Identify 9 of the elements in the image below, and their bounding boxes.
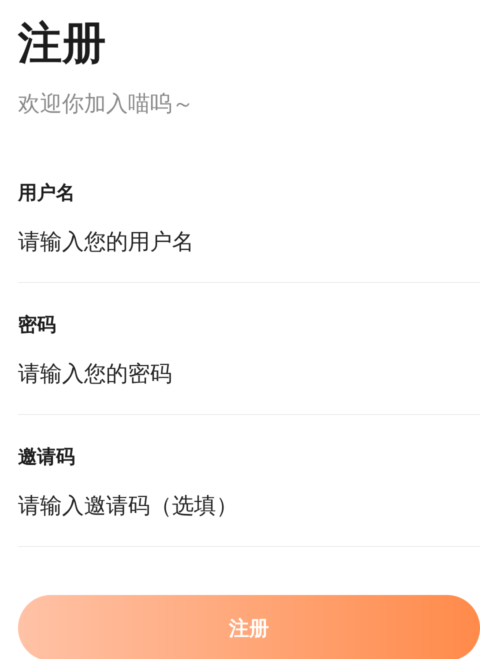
page-subtitle: 欢迎你加入喵呜～ — [18, 91, 195, 119]
input-field[interactable]: 请输入邀请码（选填） — [18, 471, 480, 547]
page-title: 注册 — [18, 17, 107, 71]
input-field[interactable]: 请输入您的用户名 — [18, 207, 480, 283]
input-field[interactable]: 请输入您的密码 — [18, 339, 480, 415]
field-label: 邀请码 — [18, 445, 76, 470]
field-label: 用户名 — [18, 181, 76, 206]
register-button[interactable]: 注册 — [18, 595, 480, 659]
field-label: 密码 — [18, 313, 57, 338]
